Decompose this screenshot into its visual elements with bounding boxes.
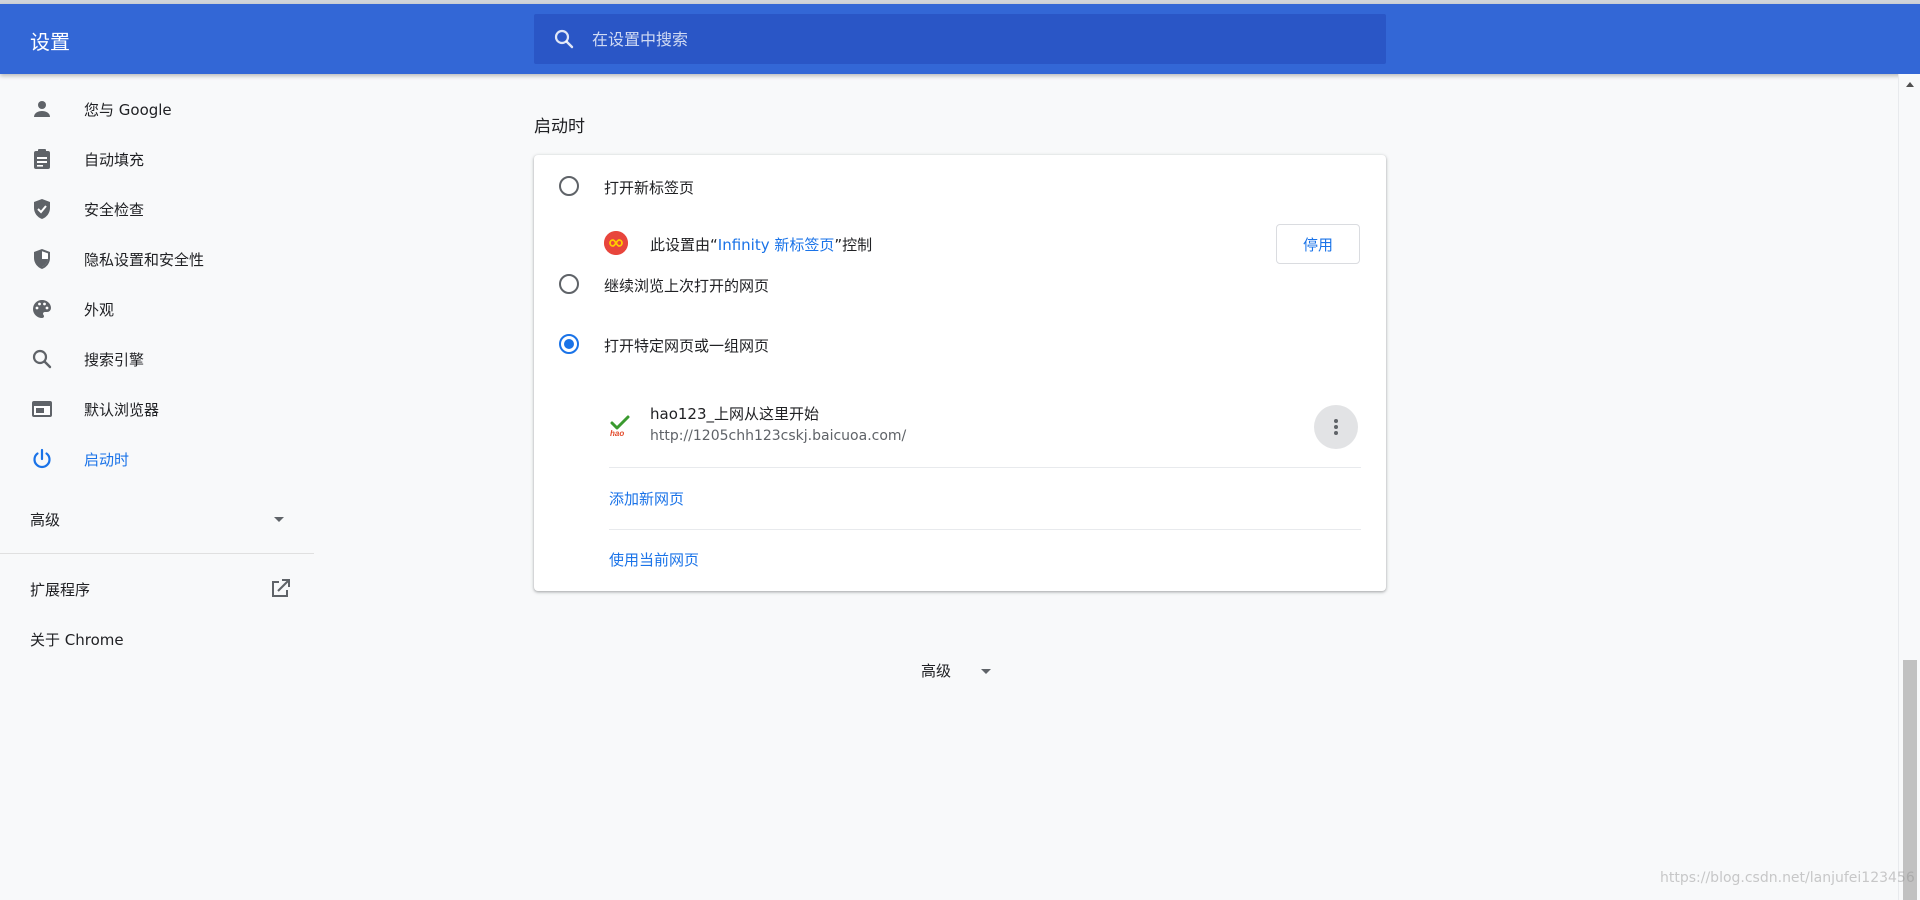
radio-button[interactable] xyxy=(559,274,579,294)
sidebar-advanced-label: 高级 xyxy=(30,511,61,529)
open-in-new-icon xyxy=(272,579,290,597)
sidebar-item-label: 搜索引擎 xyxy=(84,351,145,369)
page-title: 设置 xyxy=(30,30,70,54)
radio-label: 继续浏览上次打开的网页 xyxy=(604,277,770,295)
settings-header: 设置 xyxy=(0,4,1920,74)
startup-page-item: hao hao123_上网从这里开始 http://1205chh123cskj… xyxy=(534,395,1386,455)
option-continue-where-left-off[interactable]: 继续浏览上次打开的网页 xyxy=(534,261,1386,307)
person-icon xyxy=(34,101,50,117)
radio-button-checked[interactable] xyxy=(559,334,579,354)
sidebar-item-appearance[interactable]: 外观 xyxy=(0,286,314,332)
sidebar-item-about-chrome[interactable]: 关于 Chrome xyxy=(0,616,314,662)
main-advanced-toggle[interactable]: 高级 xyxy=(921,660,991,684)
sidebar-divider xyxy=(0,553,314,554)
more-actions-button[interactable] xyxy=(1314,405,1358,449)
sidebar-item-label: 隐私设置和安全性 xyxy=(84,251,205,269)
search-input[interactable] xyxy=(592,14,1352,64)
sidebar-extensions-label: 扩展程序 xyxy=(30,581,91,599)
sidebar-item-on-startup[interactable]: 启动时 xyxy=(0,436,314,482)
sidebar-item-you-and-google[interactable]: 您与 Google xyxy=(0,86,314,132)
settings-sidebar: 您与 Google 自动填充 安全检查 隐私设置和安全性 外观 搜索引擎 默认浏… xyxy=(0,74,314,900)
radio-button[interactable] xyxy=(559,176,579,196)
shield-half-icon xyxy=(34,249,50,269)
infinity-extension-logo xyxy=(604,231,628,255)
scrollbar-thumb[interactable] xyxy=(1903,660,1917,900)
more-vert-icon xyxy=(1334,431,1338,435)
extension-link[interactable]: Infinity 新标签页 xyxy=(718,236,835,254)
vertical-scrollbar[interactable] xyxy=(1898,74,1920,900)
sidebar-item-label: 启动时 xyxy=(84,451,130,469)
clipboard-icon xyxy=(34,149,50,169)
chevron-down-icon xyxy=(274,517,284,522)
sidebar-item-privacy[interactable]: 隐私设置和安全性 xyxy=(0,236,314,282)
sidebar-item-label: 自动填充 xyxy=(84,151,145,169)
search-icon xyxy=(554,29,574,49)
startup-page-url: http://1205chh123cskj.baicuoa.com/ xyxy=(650,428,907,444)
sidebar-item-label: 外观 xyxy=(84,301,115,319)
power-icon xyxy=(33,448,51,469)
palette-icon xyxy=(33,300,51,318)
sidebar-item-autofill[interactable]: 自动填充 xyxy=(0,136,314,182)
section-title: 启动时 xyxy=(534,117,585,137)
sidebar-item-safety-check[interactable]: 安全检查 xyxy=(0,186,314,232)
chevron-down-icon xyxy=(981,669,991,674)
shield-check-icon xyxy=(34,199,50,219)
radio-label: 打开新标签页 xyxy=(604,179,695,197)
hao123-favicon: hao xyxy=(610,415,630,437)
sidebar-item-search-engine[interactable]: 搜索引擎 xyxy=(0,336,314,382)
notice-suffix: ”控制 xyxy=(834,236,873,254)
option-open-new-tab[interactable]: 打开新标签页 xyxy=(534,163,1386,209)
use-current-pages-link[interactable]: 使用当前网页 xyxy=(609,549,699,570)
radio-label: 打开特定网页或一组网页 xyxy=(604,337,770,355)
search-icon xyxy=(32,349,52,369)
row-divider xyxy=(609,467,1361,468)
row-divider xyxy=(609,529,1361,530)
option-open-specific-pages[interactable]: 打开特定网页或一组网页 xyxy=(534,321,1386,367)
search-box[interactable] xyxy=(534,14,1386,64)
more-vert-icon xyxy=(1334,425,1338,429)
sidebar-item-label: 您与 Google xyxy=(84,101,172,119)
sidebar-item-label: 默认浏览器 xyxy=(84,401,160,419)
main-advanced-label: 高级 xyxy=(921,662,952,680)
sidebar-advanced-toggle[interactable]: 高级 xyxy=(0,496,314,542)
browser-window-icon xyxy=(32,401,52,417)
disable-extension-button[interactable]: 停用 xyxy=(1276,224,1360,264)
startup-settings-card: 打开新标签页 此设置由“Infinity 新标签页”控制 停用 继续浏览上次打开… xyxy=(534,155,1386,591)
add-new-page-link[interactable]: 添加新网页 xyxy=(609,488,684,509)
startup-page-title: hao123_上网从这里开始 xyxy=(650,405,820,423)
more-vert-icon xyxy=(1334,419,1338,423)
svg-text:hao: hao xyxy=(610,429,624,437)
sidebar-item-label: 安全检查 xyxy=(84,201,145,219)
sidebar-item-default-browser[interactable]: 默认浏览器 xyxy=(0,386,314,432)
extension-notice-text: 此设置由“Infinity 新标签页”控制 xyxy=(650,234,872,255)
sidebar-item-extensions[interactable]: 扩展程序 xyxy=(0,566,314,612)
watermark: https://blog.csdn.net/lanjufei123456 xyxy=(1660,870,1915,886)
sidebar-about-label: 关于 Chrome xyxy=(30,631,124,649)
scroll-up-arrow-icon[interactable] xyxy=(1906,82,1914,87)
notice-prefix: 此设置由“ xyxy=(650,236,718,254)
